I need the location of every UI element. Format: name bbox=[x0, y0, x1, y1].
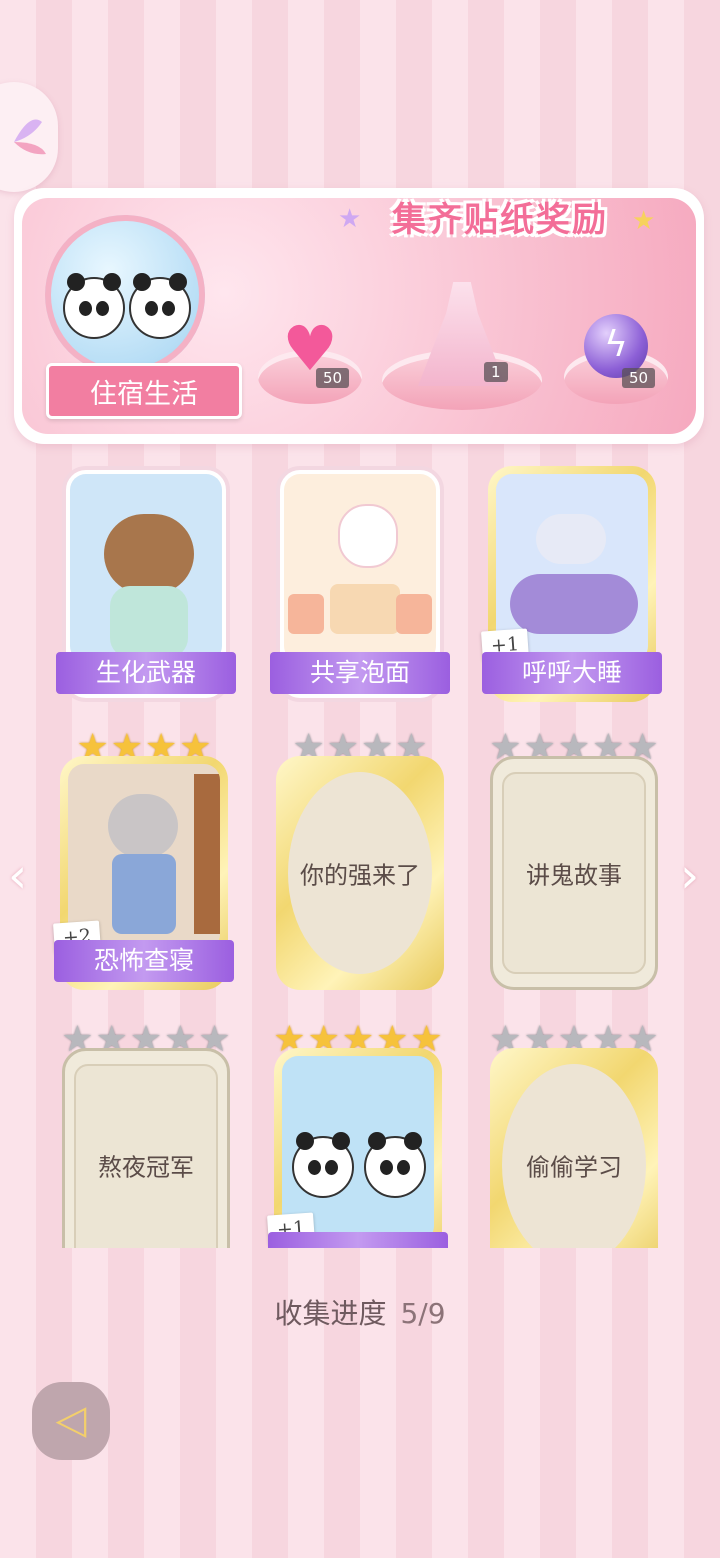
menu-petal-button[interactable] bbox=[0, 82, 58, 192]
card-title: 讲鬼故事 bbox=[526, 861, 622, 890]
sticker-card[interactable]: 生化武器 bbox=[56, 466, 236, 702]
panda-icon bbox=[292, 1132, 354, 1198]
progress-value: 5/9 bbox=[400, 1297, 446, 1330]
next-page-arrow[interactable]: › bbox=[680, 848, 699, 904]
reward-count: 50 bbox=[622, 368, 656, 388]
bunny-noodle-art bbox=[284, 474, 436, 662]
back-arrow-icon: ◁ bbox=[55, 1397, 87, 1443]
panda-icon bbox=[129, 273, 191, 339]
sticker-card[interactable]: +1 呼呼大睡 bbox=[481, 466, 662, 702]
theme-name-tag: 住宿生活 bbox=[46, 363, 242, 419]
sticker-card[interactable]: ★ ★ ★ ★ ★ 偷偷学习 bbox=[489, 1020, 659, 1248]
petal-icon bbox=[14, 119, 46, 155]
capybara-art bbox=[70, 474, 222, 662]
collection-progress: 收集进度 5/9 bbox=[0, 1292, 720, 1332]
sticker-card[interactable]: ★ ★ ★ ★ ★ +1 bbox=[267, 1020, 448, 1248]
sticker-card[interactable]: 共享泡面 bbox=[270, 466, 450, 702]
card-title: 生化武器 bbox=[56, 652, 236, 694]
card-title bbox=[268, 1232, 448, 1248]
panda-icon bbox=[63, 273, 125, 339]
reward-count: 50 bbox=[316, 368, 350, 388]
sticker-card[interactable]: ★ ★ ★ ★ +2 恐怖查寝 bbox=[53, 728, 234, 990]
banner-title: 集齐贴纸奖励 bbox=[392, 199, 608, 240]
sticker-grid[interactable]: 生化武器 共享泡面 +1 呼呼大睡 ★ ★ ★ ★ +2 恐怖查寝 ★ ★ ★ … bbox=[0, 460, 720, 1248]
card-title: 呼呼大睡 bbox=[482, 652, 662, 694]
panda-icon bbox=[364, 1132, 426, 1198]
card-title: 熬夜冠军 bbox=[98, 1153, 194, 1182]
card-title: 共享泡面 bbox=[270, 652, 450, 694]
progress-label: 收集进度 bbox=[274, 1297, 387, 1330]
sticker-card[interactable]: ★ ★ ★ ★ ★ 熬夜冠军 bbox=[61, 1020, 231, 1248]
theme-globe bbox=[45, 215, 205, 375]
card-title: 恐怖查寝 bbox=[54, 940, 234, 982]
back-button[interactable]: ◁ bbox=[32, 1382, 110, 1460]
card-title: 你的强来了 bbox=[300, 861, 420, 890]
card-title: 偷偷学习 bbox=[526, 1153, 622, 1182]
reward-count: 1 bbox=[484, 362, 508, 382]
sticker-card[interactable]: ★ ★ ★ ★ 你的强来了 bbox=[276, 728, 444, 990]
prev-page-arrow[interactable]: ‹ bbox=[8, 848, 27, 904]
sticker-card[interactable]: ★ ★ ★ ★ ★ 讲鬼故事 bbox=[489, 728, 659, 990]
